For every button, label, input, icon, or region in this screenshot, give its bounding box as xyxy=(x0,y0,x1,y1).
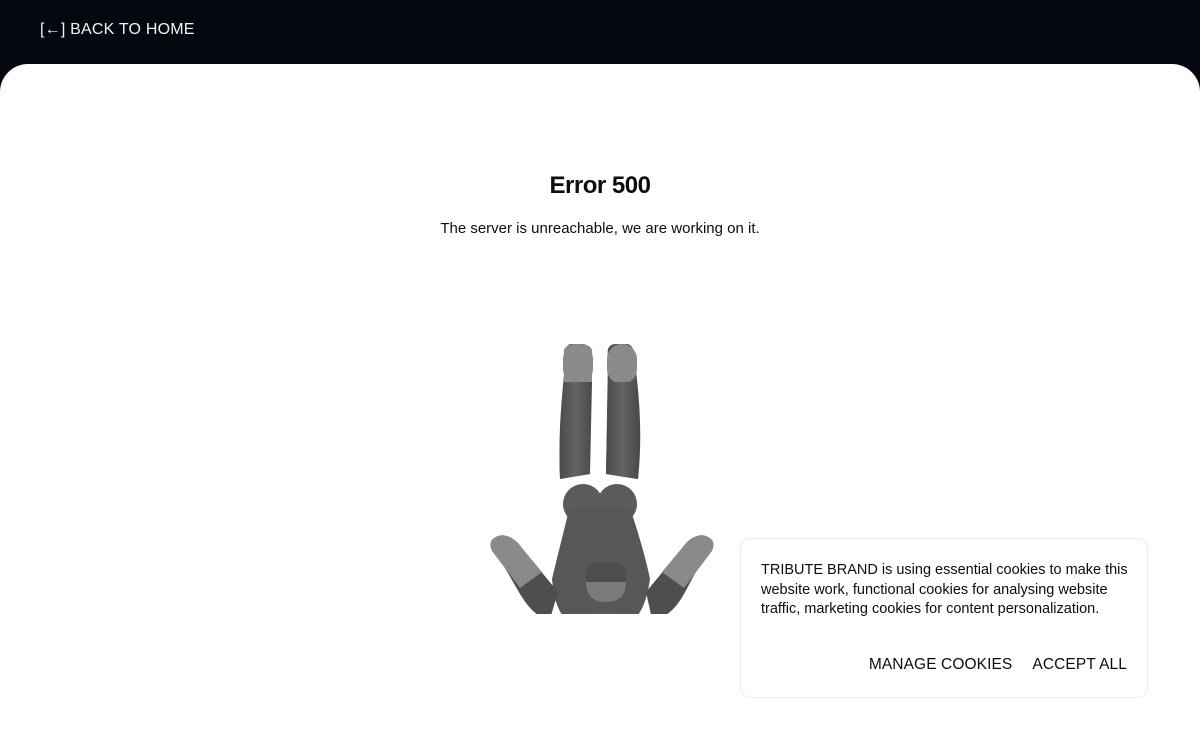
error-message: The server is unreachable, we are workin… xyxy=(440,220,760,237)
top-bar: [←] BACK TO HOME xyxy=(0,0,1200,64)
left-shin xyxy=(559,382,592,479)
right-foot-tip xyxy=(607,344,637,384)
cookie-actions: MANAGE COOKIES ACCEPT ALL xyxy=(869,656,1127,674)
manage-cookies-button[interactable]: MANAGE COOKIES xyxy=(869,656,1013,674)
main-content: Error 500 The server is unreachable, we … xyxy=(0,64,1200,750)
page-title: Error 500 xyxy=(549,172,651,199)
accept-all-button[interactable]: ACCEPT ALL xyxy=(1032,656,1127,674)
right-shin xyxy=(606,382,639,479)
back-to-home-link[interactable]: [←] BACK TO HOME xyxy=(40,20,195,40)
cookie-banner: TRIBUTE BRAND is using essential cookies… xyxy=(740,538,1148,698)
head-icon xyxy=(586,562,626,602)
cookie-text: TRIBUTE BRAND is using essential cookies… xyxy=(761,562,1128,617)
neck xyxy=(590,612,616,614)
left-foot-tip xyxy=(563,344,593,384)
